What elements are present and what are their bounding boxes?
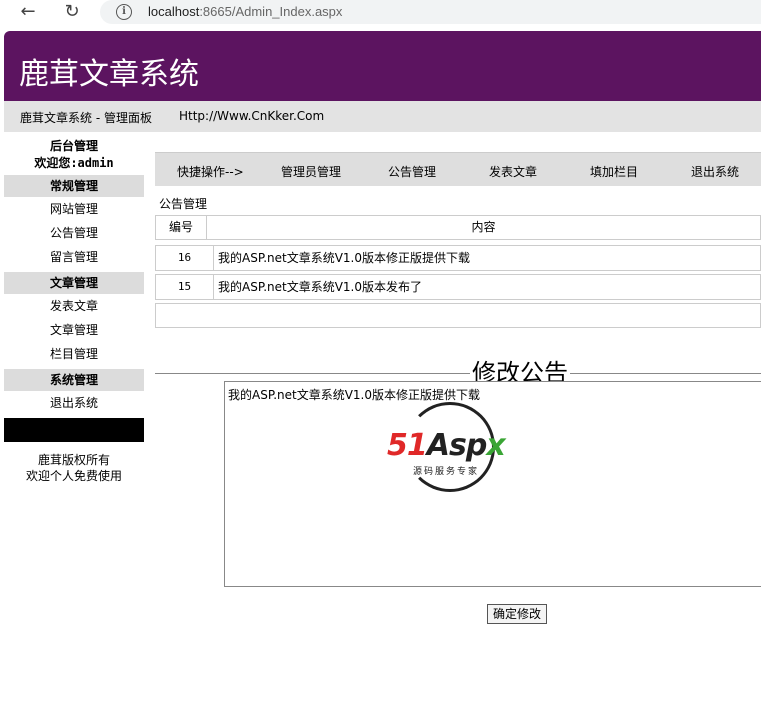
sidebar-group-system: 系统管理 [4, 369, 144, 391]
sidebar: 后台管理 欢迎您:admin 常规管理 网站管理 公告管理 留言管理 文章管理 … [4, 138, 144, 484]
sidebar-heading: 后台管理 [49, 139, 98, 153]
row-content[interactable]: 我的ASP.net文章系统V1.0版本发布了 [218, 275, 422, 299]
quick-add-category[interactable]: 填加栏目 [590, 163, 638, 180]
quick-logout[interactable]: 退出系统 [691, 163, 739, 180]
row-id: 15 [156, 275, 214, 299]
logo-text: 51Aspx [387, 428, 506, 463]
confirm-edit-button[interactable]: 确定修改 [487, 604, 547, 624]
sidebar-group-articles: 文章管理 [4, 272, 144, 294]
sidebar-group-general: 常规管理 [4, 175, 144, 197]
admin-page: 鹿茸文章系统 鹿茸文章系统 - 管理面板 Http://Www.CnKker.C… [4, 31, 761, 701]
section-title: 公告管理 [159, 197, 208, 211]
quick-admin-manage[interactable]: 管理员管理 [281, 163, 341, 180]
quick-post-article[interactable]: 发表文章 [489, 163, 537, 180]
table-row[interactable]: 16 我的ASP.net文章系统V1.0版本修正版提供下载 [155, 245, 761, 271]
quick-label: 快捷操作--> [177, 165, 244, 179]
row-id: 16 [156, 246, 214, 270]
textarea-value: 我的ASP.net文章系统V1.0版本修正版提供下载 [228, 388, 480, 402]
edit-divider [155, 373, 761, 374]
site-link[interactable]: Http://Www.CnKker.Com [179, 109, 324, 123]
table-row[interactable]: 15 我的ASP.net文章系统V1.0版本发布了 [155, 274, 761, 300]
column-content: 内容 [471, 220, 496, 234]
sidebar-divider [4, 418, 144, 442]
row-content[interactable]: 我的ASP.net文章系统V1.0版本修正版提供下载 [218, 246, 470, 270]
site-title: 鹿茸文章系统 [19, 57, 199, 92]
address-bar[interactable]: i localhost:8665/Admin_Index.aspx [100, 0, 761, 24]
back-arrow-icon[interactable]: ← [16, 2, 40, 22]
logo-subtitle: 源码服务专家 [413, 467, 480, 477]
url-text: localhost:8665/Admin_Index.aspx [148, 4, 343, 19]
sidebar-item-messages[interactable]: 留言管理 [4, 245, 144, 269]
browser-toolbar: ← ↻ i localhost:8665/Admin_Index.aspx [0, 0, 761, 26]
51aspx-logo-watermark: 51Aspx 源码服务专家 [385, 402, 511, 492]
sub-header-bar: 鹿茸文章系统 - 管理面板 Http://Www.CnKker.Com [4, 101, 761, 132]
notice-textarea[interactable]: 我的ASP.net文章系统V1.0版本修正版提供下载 51Aspx 源码服务专家 [224, 381, 761, 587]
site-banner: 鹿茸文章系统 [4, 31, 761, 101]
table-header: 编号 内容 [155, 215, 761, 240]
sidebar-item-notices[interactable]: 公告管理 [4, 221, 144, 245]
table-pager-row [155, 303, 761, 328]
info-icon[interactable]: i [116, 4, 132, 20]
breadcrumb: 鹿茸文章系统 - 管理面板 [20, 111, 152, 125]
sidebar-item-logout[interactable]: 退出系统 [4, 391, 144, 415]
copyright-text: 鹿茸版权所有 [37, 453, 110, 467]
sidebar-item-manage-articles[interactable]: 文章管理 [4, 318, 144, 342]
sidebar-footer: 鹿茸版权所有 欢迎个人免费使用 [4, 452, 144, 484]
reload-icon[interactable]: ↻ [60, 2, 84, 22]
welcome-text: 欢迎您:admin [34, 156, 114, 170]
sidebar-item-post-article[interactable]: 发表文章 [4, 294, 144, 318]
quick-notice-manage[interactable]: 公告管理 [388, 163, 436, 180]
quick-action-bar: 快捷操作--> 管理员管理 公告管理 发表文章 填加栏目 退出系统 [155, 152, 761, 186]
free-use-text: 欢迎个人免费使用 [25, 469, 122, 483]
column-id: 编号 [156, 216, 207, 239]
sidebar-item-categories[interactable]: 栏目管理 [4, 342, 144, 366]
sidebar-item-site[interactable]: 网站管理 [4, 197, 144, 221]
